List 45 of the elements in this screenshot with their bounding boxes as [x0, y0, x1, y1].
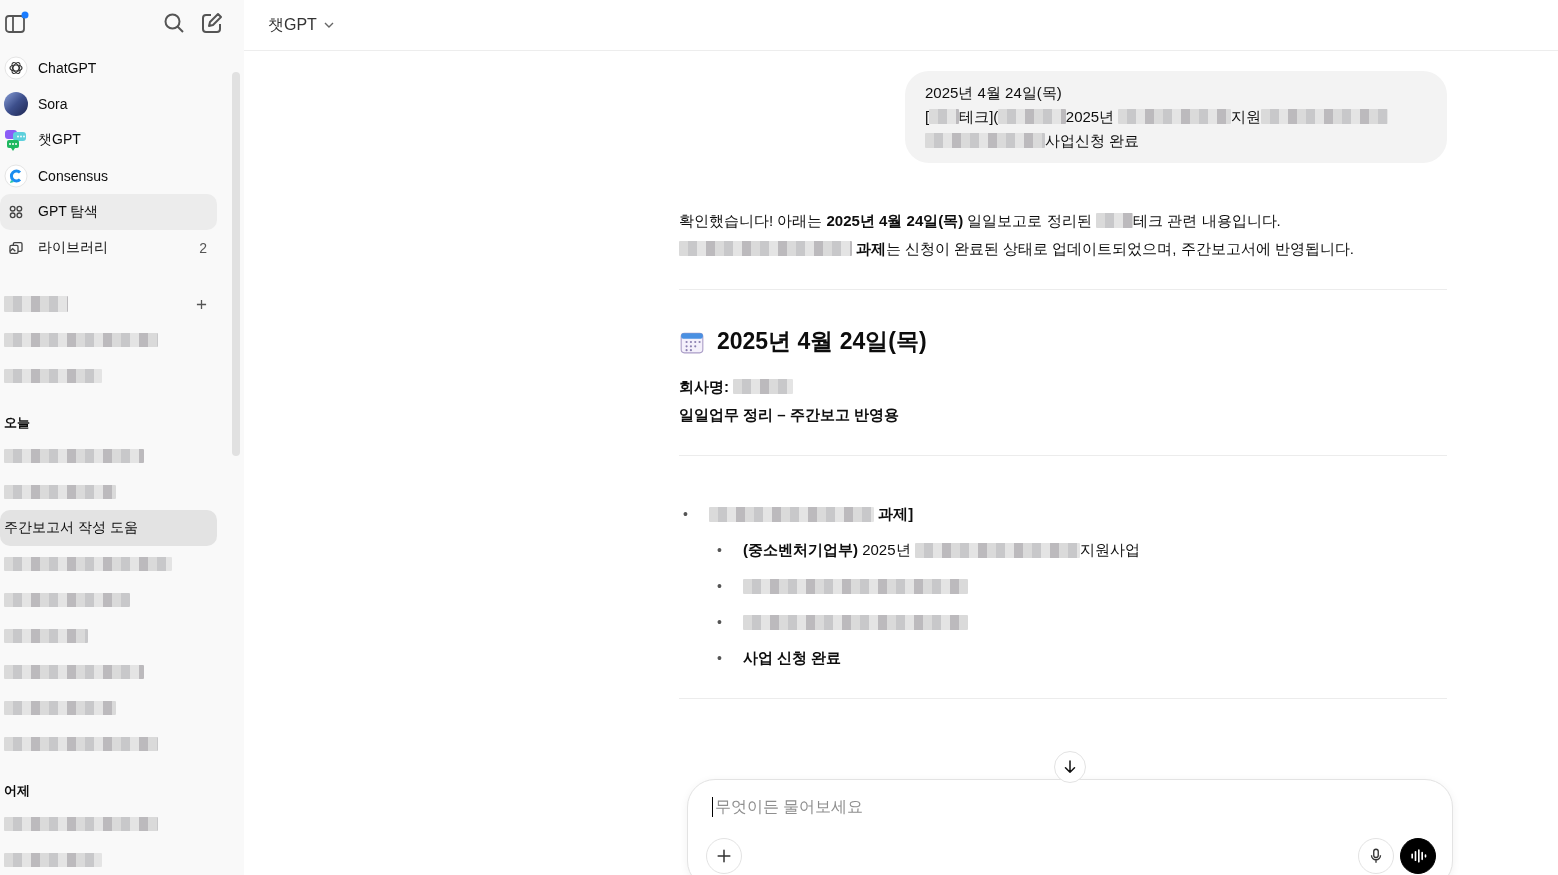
list-item-text: 사업 신청 완료 — [743, 648, 842, 668]
section-heading: 2025년 4월 24일(목) — [717, 327, 927, 356]
scrollbar[interactable] — [232, 72, 240, 456]
bullet: • — [716, 613, 723, 632]
bullet: • — [682, 505, 689, 524]
sound-wave-icon — [1408, 846, 1428, 866]
c-logo-icon — [4, 164, 28, 188]
sidebar-item[interactable]: 라이브러리 2 — [0, 230, 217, 266]
voice-mode-button[interactable] — [1400, 838, 1436, 874]
message-paragraph: 일일업무 정리 – 주간보고 반영용 — [679, 405, 900, 425]
chat-bubbles-icon — [4, 128, 28, 152]
add-project-icon[interactable] — [196, 298, 207, 310]
bullet: • — [716, 541, 723, 560]
microphone-button[interactable] — [1358, 838, 1394, 874]
scroll-down-button[interactable] — [1054, 751, 1086, 783]
list-item-text: (중소벤처기업부) 2025년 지원사업 — [743, 540, 1140, 560]
sidebar-item[interactable]: 챗GPT — [0, 122, 217, 158]
date-heading: 어제 — [3, 782, 31, 800]
model-selector[interactable]: 챗GPT — [260, 8, 343, 42]
sidebar-item[interactable]: ChatGPT — [0, 50, 217, 86]
message-text: [ 테크]( 2025년 지원 — [925, 105, 1425, 129]
search-icon[interactable] — [162, 11, 186, 35]
sidebar-item[interactable]: GPT 탐색 — [0, 194, 217, 230]
bullet: • — [716, 577, 723, 596]
list-item-text: 과제] — [709, 500, 914, 528]
message-paragraph: 과제는 신청이 완료된 상태로 업데이트되었으며, 주간보고서에 반영됩니다. — [679, 235, 1447, 263]
date-heading: 오늘 — [3, 414, 31, 432]
message-paragraph: 확인했습니다! 아래는 2025년 4월 24일(목) 일일보고로 정리된 테크 관련 내용입니다. — [679, 211, 1282, 231]
stacked-images-icon — [8, 240, 24, 256]
sidebar-item[interactable]: Sora — [0, 86, 217, 122]
bullet: • — [716, 649, 723, 668]
add-button[interactable] — [706, 838, 742, 874]
sidebar-item[interactable]: Consensus — [0, 158, 217, 194]
message-paragraph: 회사명: — [679, 373, 1447, 401]
redacted-section-title — [4, 296, 68, 312]
prompt-field[interactable]: 무엇이든 물어보세요 — [713, 798, 1436, 816]
message-text: 사업신청 완료 — [925, 129, 1425, 153]
sphere-icon — [4, 92, 28, 116]
sidebar-toggle-icon[interactable] — [4, 11, 30, 35]
item-count: 2 — [199, 240, 207, 256]
message-text: 2025년 4월 24일(목) — [925, 83, 1063, 103]
chat-history-item[interactable]: 주간보고서 작성 도움 — [0, 510, 217, 546]
knot-logo-icon — [4, 56, 28, 80]
grid-icon — [8, 204, 24, 220]
new-chat-icon[interactable] — [200, 11, 224, 35]
